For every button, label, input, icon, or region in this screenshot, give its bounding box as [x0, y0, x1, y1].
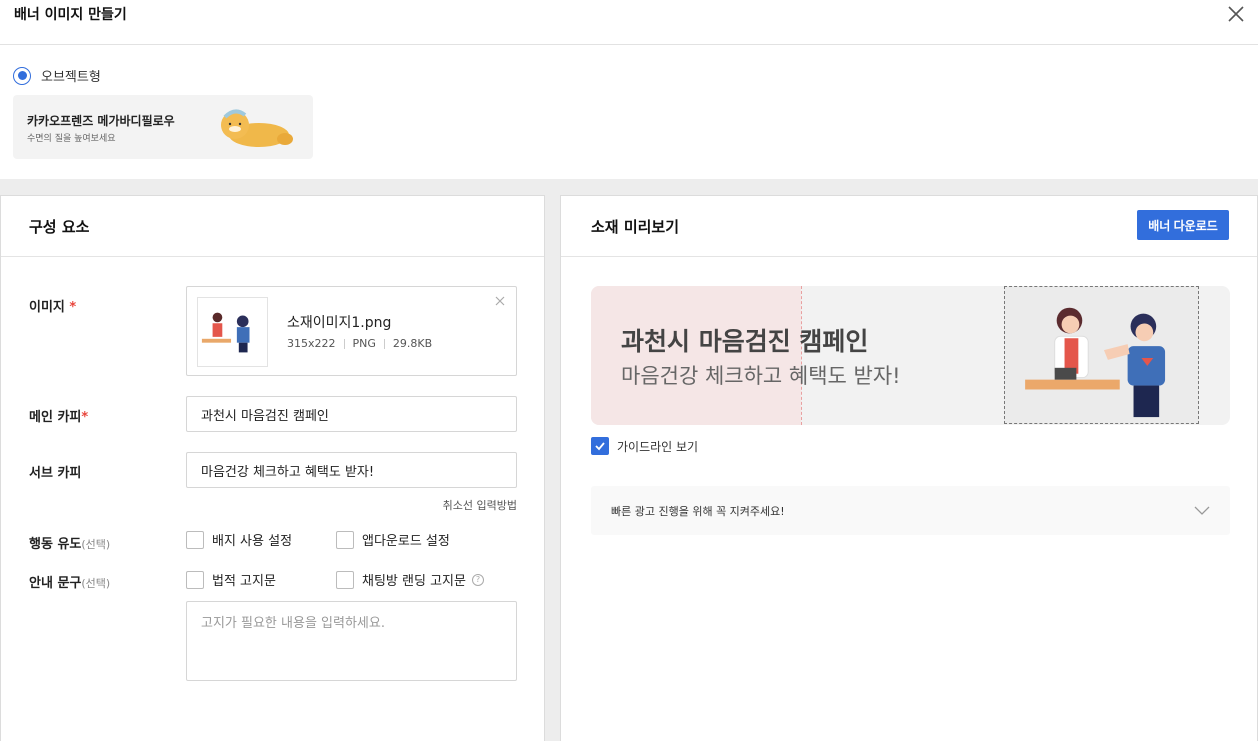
guide-accordion[interactable]: 빠른 광고 진행을 위해 꼭 지켜주세요! — [591, 486, 1230, 535]
preview-header: 소재 미리보기 배너 다운로드 — [561, 196, 1257, 257]
remove-image-icon[interactable] — [494, 295, 506, 307]
legal-notice-checkbox[interactable]: 법적 고지문 — [186, 570, 276, 589]
image-file-name: 소재이미지1.png — [287, 315, 392, 331]
image-label-text: 이미지 — [29, 300, 65, 315]
notice-label: 안내 문구(선택) — [29, 572, 110, 591]
meta-divider — [343, 338, 345, 349]
object-type-label: 오브젝트형 — [41, 70, 101, 85]
components-title: 구성 요소 — [29, 218, 90, 236]
guideline-label: 가이드라인 보기 — [617, 439, 699, 454]
main-copy-input[interactable]: 과천시 마음검진 캠페인 — [186, 396, 517, 432]
image-dimensions: 315x222 — [287, 337, 336, 350]
thumbnail-illustration — [201, 312, 250, 353]
radio-selected-icon[interactable] — [13, 66, 31, 85]
app-download-label: 앱다운로드 설정 — [362, 534, 450, 549]
optional-mark: (선택) — [81, 577, 111, 590]
chatroom-notice-checkbox[interactable]: 채팅방 랜딩 고지문 ? — [336, 570, 484, 589]
image-size: 29.8KB — [392, 337, 433, 350]
app-download-checkbox[interactable]: 앱다운로드 설정 — [336, 530, 450, 549]
checkbox-box[interactable] — [186, 530, 204, 549]
required-mark: * — [69, 300, 77, 315]
meta-divider — [383, 338, 385, 349]
checkbox-box[interactable] — [186, 570, 204, 589]
image-guide-area — [1004, 286, 1199, 424]
image-meta: 315x222 PNG 29.8KB — [287, 337, 432, 350]
image-format: PNG — [352, 337, 376, 350]
legal-notice-label: 법적 고지문 — [212, 574, 276, 589]
object-type-card[interactable]: 카카오프렌즈 메가바디필로우 수면의 질을 높여보세요 — [13, 95, 313, 159]
badge-setting-checkbox[interactable]: 배지 사용 설정 — [186, 530, 292, 549]
checkbox-box[interactable] — [336, 570, 354, 589]
strikethrough-help-link[interactable]: 취소선 입력방법 — [443, 497, 517, 513]
notice-label-text: 안내 문구 — [29, 576, 82, 591]
modal-title: 배너 이미지 만들기 — [14, 7, 127, 23]
main-copy-label: 메인 카피* — [29, 406, 88, 425]
image-thumbnail — [197, 297, 268, 367]
chatroom-notice-label: 채팅방 랜딩 고지문 — [362, 574, 466, 589]
help-icon[interactable]: ? — [471, 573, 484, 586]
close-icon[interactable] — [1226, 4, 1246, 24]
sub-copy-input[interactable]: 마음건강 체크하고 혜택도 받자! — [186, 452, 517, 488]
object-type-radio[interactable]: 오브젝트형 — [13, 66, 101, 85]
components-header: 구성 요소 — [1, 196, 544, 257]
banner-sub-copy: 마음건강 체크하고 혜택도 받자! — [621, 364, 901, 388]
image-upload-box[interactable]: 소재이미지1.png 315x222 PNG 29.8KB — [186, 286, 517, 376]
preview-title: 소재 미리보기 — [591, 218, 680, 236]
preview-panel: 소재 미리보기 배너 다운로드 과천시 마음검진 캠페인 마음건강 체크하고 혜… — [560, 195, 1258, 741]
modal-header: 배너 이미지 만들기 — [0, 0, 1258, 45]
components-panel: 구성 요소 이미지 * 소재이미지1.png 315x222 PNG 29.8K… — [0, 195, 545, 741]
banner-main-copy: 과천시 마음검진 캠페인 — [621, 327, 869, 356]
notice-textarea[interactable]: 고지가 필요한 내용을 입력하세요. — [186, 601, 517, 681]
banner-download-button[interactable]: 배너 다운로드 — [1137, 210, 1229, 240]
cta-label-text: 행동 유도 — [29, 537, 82, 552]
guideline-toggle[interactable]: 가이드라인 보기 — [591, 437, 698, 455]
banner-illustration — [1025, 307, 1166, 418]
chevron-down-icon[interactable] — [1194, 503, 1210, 517]
banner-type-section: 오브젝트형 카카오프렌즈 메가바디필로우 수면의 질을 높여보세요 — [0, 45, 1258, 179]
banner-preview: 과천시 마음검진 캠페인 마음건강 체크하고 혜택도 받자! — [591, 286, 1230, 425]
cta-label: 행동 유도(선택) — [29, 533, 110, 552]
optional-mark: (선택) — [81, 538, 111, 551]
checkbox-box[interactable] — [336, 530, 354, 549]
lion-pillow-image — [221, 109, 293, 147]
card-title: 카카오프렌즈 메가바디필로우 — [27, 114, 175, 128]
card-subtitle: 수면의 질을 높여보세요 — [27, 134, 116, 144]
required-mark: * — [81, 410, 89, 425]
sub-copy-label: 서브 카피 — [29, 466, 82, 481]
badge-setting-label: 배지 사용 설정 — [212, 534, 293, 549]
image-label: 이미지 * — [29, 296, 76, 315]
main-copy-label-text: 메인 카피 — [29, 410, 82, 425]
checkmark-icon[interactable] — [591, 437, 609, 455]
accordion-text: 빠른 광고 진행을 위해 꼭 지켜주세요! — [611, 505, 785, 518]
